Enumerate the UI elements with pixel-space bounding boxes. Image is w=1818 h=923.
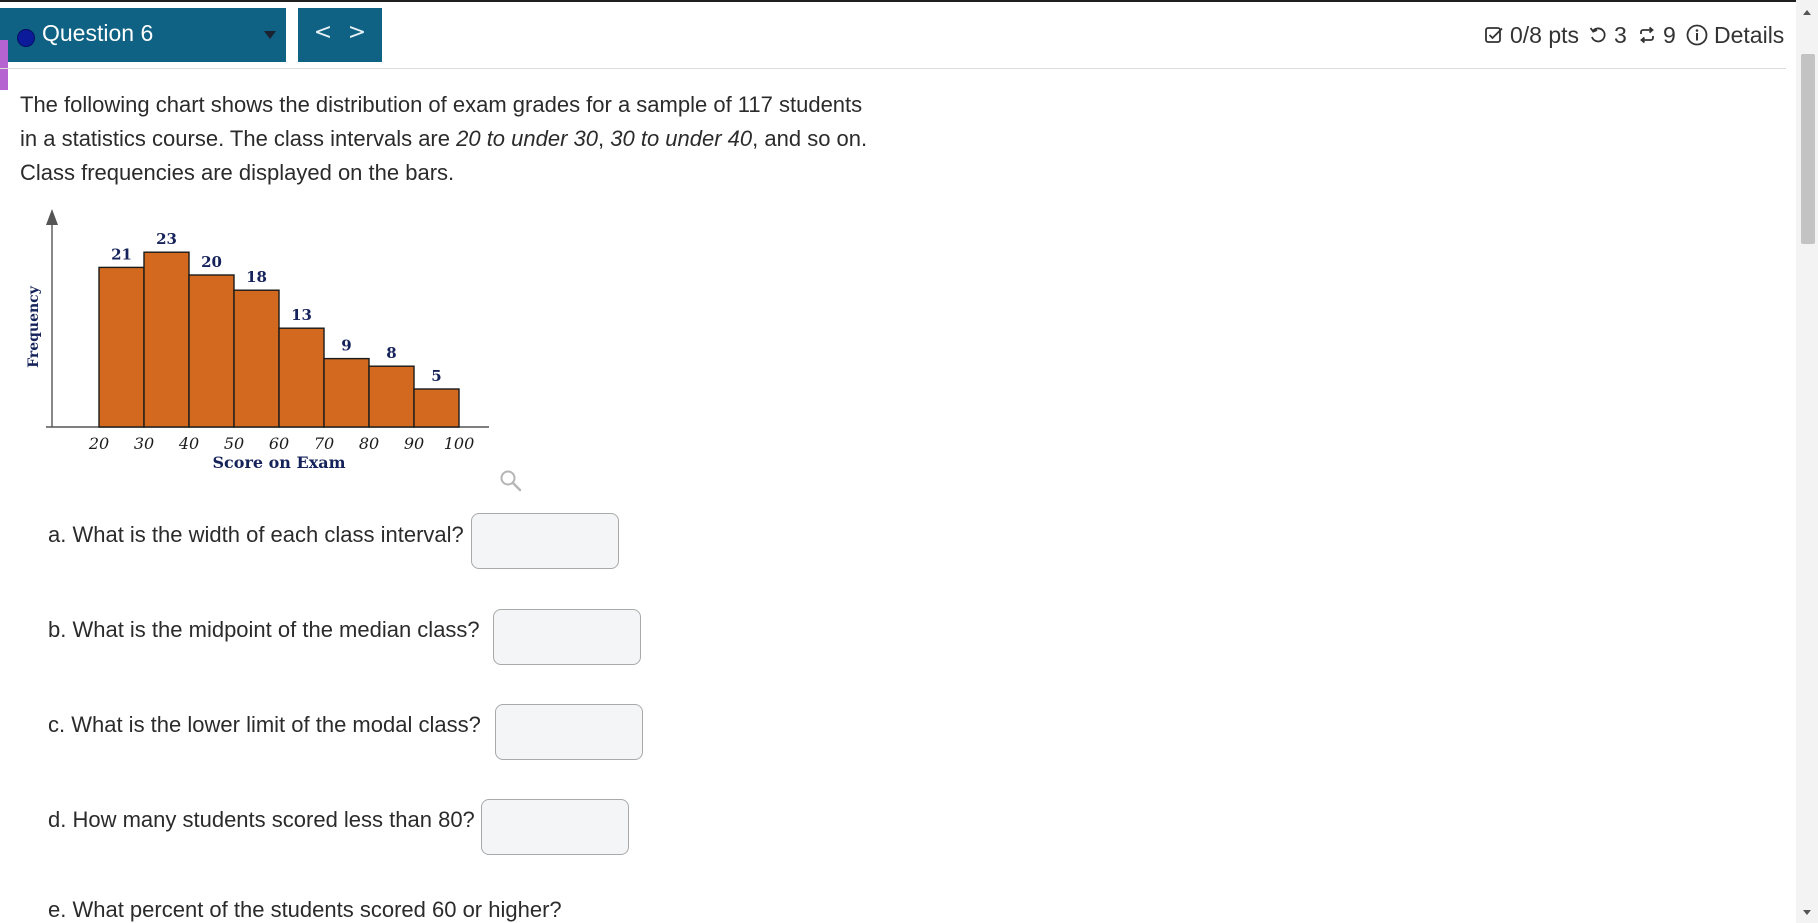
prompt-line-3: Class frequencies are displayed on the b… bbox=[20, 160, 455, 185]
answer-input-b[interactable] bbox=[493, 609, 641, 665]
histogram-bar bbox=[278, 327, 325, 428]
retries-indicator: 3 bbox=[1588, 19, 1627, 51]
scroll-down-arrow-icon[interactable] bbox=[1803, 910, 1811, 915]
answer-input-c[interactable] bbox=[495, 704, 643, 760]
part-d-text: d. How many students scored less than 80… bbox=[48, 807, 475, 832]
x-tick-label: 60 bbox=[269, 434, 289, 453]
info-icon bbox=[1686, 24, 1708, 46]
histogram-chart: 21 23 20 18 13 9 8 5 20 30 40 50 60 70 80 90 100 Score on… bbox=[26, 209, 489, 472]
x-tick-label: 50 bbox=[224, 434, 244, 453]
bar-value-label: 20 bbox=[201, 253, 222, 271]
histogram-bar bbox=[323, 357, 370, 428]
bar-value-label: 21 bbox=[111, 245, 132, 263]
prompt-line-1: The following chart shows the distributi… bbox=[20, 92, 863, 117]
histogram-bar bbox=[143, 251, 190, 428]
x-tick-label: 90 bbox=[404, 434, 424, 453]
question-selector[interactable]: Question 6 bbox=[0, 8, 286, 62]
histogram-bar bbox=[368, 365, 415, 428]
header-divider bbox=[0, 68, 1786, 69]
details-button[interactable]: Details bbox=[1686, 19, 1784, 51]
repeat-icon bbox=[1640, 26, 1654, 44]
checkbox-icon bbox=[1485, 27, 1503, 43]
points-text: 0/8 pts bbox=[1510, 21, 1580, 48]
part-b-text: b. What is the midpoint of the median cl… bbox=[48, 617, 480, 642]
question-prompt: The following chart shows the distributi… bbox=[20, 88, 920, 190]
bar-value-label: 23 bbox=[156, 230, 177, 248]
x-tick-label: 100 bbox=[444, 434, 475, 453]
next-question-button[interactable]: > bbox=[342, 18, 372, 48]
x-tick-label: 20 bbox=[88, 434, 109, 453]
prompt-line-2: in a statistics course. The class interv… bbox=[20, 122, 920, 156]
retry-icon bbox=[1589, 27, 1606, 43]
y-axis-label: Frequency bbox=[26, 285, 42, 368]
scroll-up-arrow-icon[interactable] bbox=[1803, 10, 1811, 15]
x-tick-label: 70 bbox=[314, 434, 334, 453]
retries-count: 3 bbox=[1614, 21, 1627, 48]
points-indicator: 0/8 pts bbox=[1484, 19, 1579, 51]
question-title: Question 6 bbox=[42, 20, 154, 46]
scrollbar[interactable] bbox=[1796, 0, 1818, 923]
accent-bar bbox=[0, 40, 8, 90]
x-tick-label: 80 bbox=[359, 434, 379, 453]
bar-value-label: 9 bbox=[341, 337, 351, 355]
x-axis-label: Score on Exam bbox=[212, 453, 345, 472]
x-tick-label: 30 bbox=[134, 434, 154, 453]
histogram-bar bbox=[233, 289, 280, 428]
magnifier-icon[interactable] bbox=[498, 468, 524, 494]
histogram-bar bbox=[98, 266, 145, 428]
histogram-bar bbox=[413, 388, 460, 428]
prompt-separator: , bbox=[598, 126, 611, 151]
question-nav: < > bbox=[298, 8, 382, 62]
prompt-text: in a statistics course. The class interv… bbox=[20, 126, 457, 151]
bar-value-label: 13 bbox=[291, 306, 312, 324]
details-label: Details bbox=[1714, 21, 1785, 48]
answer-input-a[interactable] bbox=[471, 513, 619, 569]
x-tick-label: 40 bbox=[178, 434, 199, 453]
scrollbar-thumb[interactable] bbox=[1801, 54, 1815, 244]
part-c-text: c. What is the lower limit of the modal … bbox=[48, 712, 481, 737]
prompt-text-end: , and so on. bbox=[752, 126, 868, 151]
interval-example-2: 30 to under 40 bbox=[610, 126, 753, 151]
part-e-text: e. What percent of the students scored 6… bbox=[48, 897, 562, 922]
status-dot-icon bbox=[17, 29, 35, 47]
top-border bbox=[0, 0, 1818, 2]
attempts-count: 9 bbox=[1663, 21, 1676, 48]
bar-value-label: 18 bbox=[246, 268, 267, 286]
histogram-bar bbox=[188, 274, 235, 428]
previous-question-button[interactable]: < bbox=[308, 18, 338, 48]
part-a-text: a. What is the width of each class inter… bbox=[48, 522, 464, 547]
answer-input-d[interactable] bbox=[481, 799, 629, 855]
y-axis-arrow-icon bbox=[46, 209, 58, 225]
bar-value-label: 5 bbox=[431, 367, 441, 385]
attempts-indicator: 9 bbox=[1637, 19, 1676, 51]
bar-value-label: 8 bbox=[386, 344, 396, 362]
interval-example-1: 20 to under 30 bbox=[456, 126, 599, 151]
chevron-down-icon bbox=[264, 31, 276, 39]
